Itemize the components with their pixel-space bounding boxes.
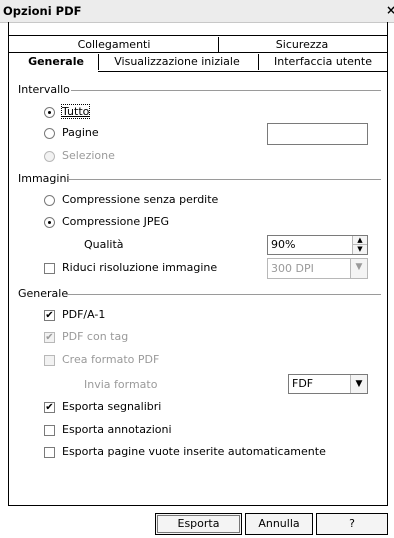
- export-blank-pages-label[interactable]: Esporta pagine vuote inserite automatica…: [62, 445, 326, 458]
- export-bookmarks-label[interactable]: Esporta segnalibri: [62, 400, 161, 413]
- resolution-select: 300 DPI ▼: [267, 258, 368, 279]
- close-icon[interactable]: ×: [386, 3, 394, 17]
- radio-all-pages[interactable]: [44, 107, 55, 118]
- chevron-down-icon[interactable]: ▼: [350, 375, 367, 393]
- export-notes-checkbox[interactable]: [44, 425, 55, 436]
- dialog-frame-bottom: [8, 505, 388, 506]
- radio-lossless-compression[interactable]: [44, 195, 55, 206]
- tab-separator: [218, 37, 219, 53]
- quality-value: 90%: [271, 238, 296, 251]
- range-group-heading: Intervallo: [18, 83, 70, 96]
- export-notes-label[interactable]: Esporta annotazioni: [62, 423, 172, 436]
- export-button[interactable]: Esporta: [155, 513, 242, 535]
- pdfa-label[interactable]: PDF/A-1: [62, 308, 105, 321]
- tagged-pdf-checkbox: ✔: [44, 332, 55, 343]
- reduce-resolution-checkbox[interactable]: [44, 263, 55, 274]
- tab-collegamenti[interactable]: Collegamenti: [14, 36, 214, 53]
- submit-format-select[interactable]: FDF ▼: [288, 374, 368, 394]
- radio-selection: [44, 151, 55, 162]
- export-bookmarks-checkbox[interactable]: ✔: [44, 402, 55, 413]
- quality-label: Qualità: [84, 238, 124, 251]
- window-title: Opzioni PDF: [3, 4, 82, 18]
- create-form-label: Crea formato PDF: [62, 353, 160, 366]
- radio-lossless-label[interactable]: Compressione senza perdite: [62, 193, 218, 206]
- quality-stepper[interactable]: 90% ▲ ▼: [267, 235, 368, 255]
- title-bar[interactable]: Opzioni PDF ×: [0, 0, 394, 23]
- pages-input[interactable]: [267, 123, 368, 145]
- images-group-heading: Immagini: [18, 172, 70, 185]
- resolution-value: 300 DPI: [271, 262, 314, 275]
- create-form-checkbox: [44, 355, 55, 366]
- tab-separator: [98, 54, 99, 70]
- submit-format-label: Invia formato: [84, 378, 158, 391]
- help-button[interactable]: ?: [316, 513, 388, 535]
- radio-pages-label[interactable]: Pagine: [62, 126, 99, 139]
- group-separator: [71, 90, 381, 91]
- tab-panel-top-line: [98, 71, 388, 72]
- radio-all-pages-label[interactable]: Tutto: [60, 104, 91, 119]
- radio-jpeg-label[interactable]: Compressione JPEG: [62, 215, 169, 228]
- spin-down-icon[interactable]: ▼: [353, 245, 367, 254]
- group-separator: [66, 294, 381, 295]
- pdf-options-dialog: Opzioni PDF × Collegamenti Sicurezza Gen…: [0, 0, 394, 538]
- pdfa-checkbox[interactable]: ✔: [44, 310, 55, 321]
- chevron-down-icon: ▼: [350, 259, 367, 278]
- submit-format-value: FDF: [292, 377, 314, 390]
- tab-interfaccia-utente[interactable]: Interfaccia utente: [262, 53, 384, 70]
- tab-sicurezza[interactable]: Sicurezza: [222, 36, 382, 53]
- radio-selection-label: Selezione: [62, 149, 115, 162]
- dialog-frame-left: [8, 22, 9, 506]
- tagged-pdf-label: PDF con tag: [62, 330, 129, 343]
- quality-spin-buttons[interactable]: ▲ ▼: [352, 236, 367, 254]
- cancel-button[interactable]: Annulla: [245, 513, 313, 535]
- tab-separator: [258, 54, 259, 70]
- tab-generale[interactable]: Generale: [14, 53, 98, 70]
- tab-visualizzazione-iniziale[interactable]: Visualizzazione iniziale: [101, 53, 253, 70]
- group-separator: [68, 179, 381, 180]
- radio-jpeg-compression[interactable]: [44, 217, 55, 228]
- export-blank-pages-checkbox[interactable]: [44, 447, 55, 458]
- reduce-resolution-label[interactable]: Riduci risoluzione immagine: [62, 261, 217, 274]
- general-group-heading: Generale: [18, 287, 69, 300]
- spin-up-icon[interactable]: ▲: [353, 236, 367, 245]
- dialog-frame-right: [387, 22, 388, 506]
- radio-pages[interactable]: [44, 128, 55, 139]
